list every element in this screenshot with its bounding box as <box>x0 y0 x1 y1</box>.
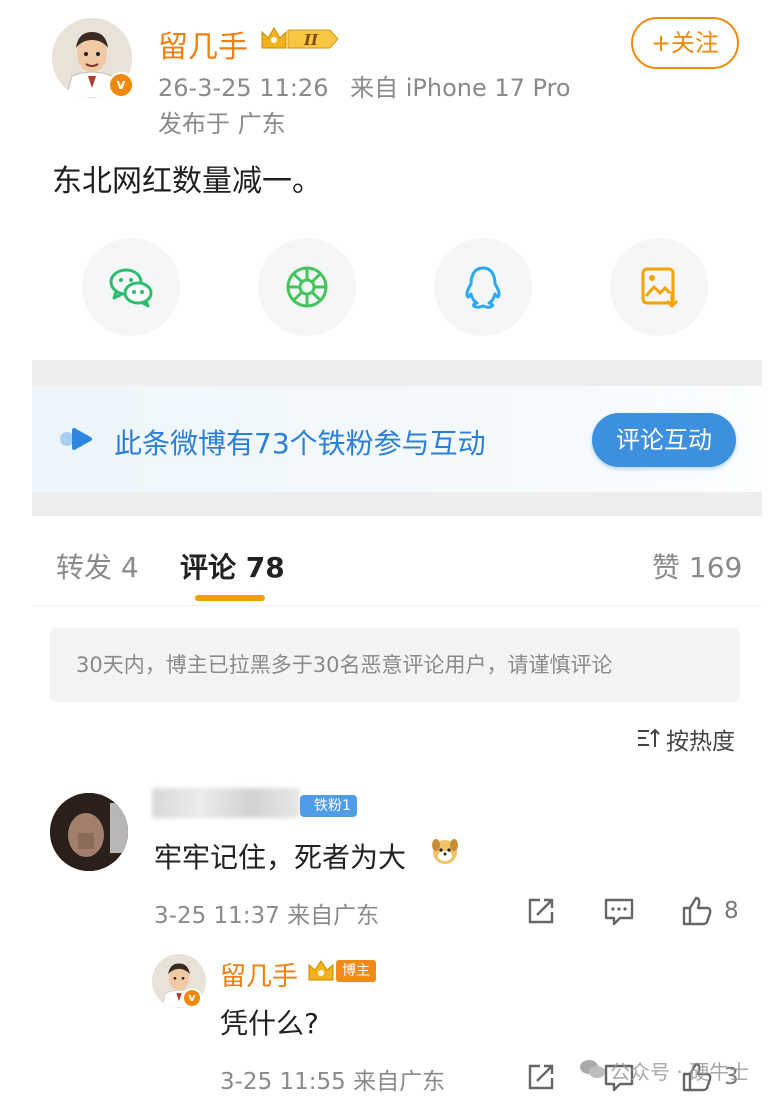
sort-icon[interactable] <box>636 726 660 750</box>
comment-time: 3-25 11:37 来自广东 <box>154 903 380 929</box>
tab-comments[interactable]: 评论 78 <box>180 546 285 586</box>
post-meta: 26-3-25 11:26 来自 iPhone 17 Pro <box>158 68 571 103</box>
repost-icon[interactable] <box>524 894 558 928</box>
share-qq-button[interactable] <box>434 238 532 336</box>
share-wechat-button[interactable] <box>82 238 180 336</box>
author-tag: 博主 <box>336 960 376 982</box>
watermark-text: 公众号 · 硬牛士 <box>610 1060 750 1084</box>
qq-icon <box>465 266 501 309</box>
comment-icon[interactable] <box>602 894 636 928</box>
tab-repost[interactable]: 转发 4 <box>56 546 139 586</box>
post-text: 东北网红数量减一。 <box>52 164 322 199</box>
section-divider <box>32 360 762 386</box>
section-divider <box>32 492 762 516</box>
crown-level: II <box>303 31 319 49</box>
fan-interaction-icon <box>60 428 96 450</box>
like-icon[interactable] <box>680 894 714 928</box>
comment-notice: 30天内，博主已拉黑多于30名恶意评论用户，请谨慎评论 <box>50 628 740 702</box>
repost-icon[interactable] <box>524 1060 558 1094</box>
reply-verified-badge: v <box>182 988 202 1008</box>
reply-text: 凭什么? <box>220 1007 319 1040</box>
author-name[interactable]: 留几手 <box>158 22 248 66</box>
moments-icon <box>286 266 328 308</box>
verified-badge: v <box>108 72 134 98</box>
active-tab-indicator <box>195 595 265 601</box>
comment-text: 牢牢记住，死者为大 <box>154 841 407 874</box>
tab-likes[interactable]: 赞 169 <box>652 546 742 586</box>
crown-icon <box>306 958 336 982</box>
post-location: 发布于 广东 <box>158 110 286 138</box>
dog-emoji-icon <box>430 836 460 866</box>
sort-label[interactable]: 按热度 <box>666 722 735 756</box>
comment-like-count: 8 <box>724 898 739 924</box>
wechat-icon <box>578 1058 606 1080</box>
save-image-icon <box>641 267 679 309</box>
share-moments-button[interactable] <box>258 238 356 336</box>
post-source: 来自 iPhone 17 Pro <box>350 74 571 102</box>
commenter-avatar[interactable] <box>50 793 128 871</box>
fan-level-badge: 铁粉1 <box>300 795 357 817</box>
crown-icon: II <box>258 24 340 52</box>
commenter-name-blurred[interactable] <box>152 788 300 818</box>
comment-interact-button[interactable]: 评论互动 <box>592 413 736 467</box>
post-timestamp: 26-3-25 11:26 <box>158 74 329 102</box>
reply-time: 3-25 11:55 来自广东 <box>220 1069 446 1095</box>
share-save-image-button[interactable] <box>610 238 708 336</box>
tabs-divider <box>32 605 762 606</box>
wechat-icon <box>109 268 153 308</box>
fan-banner-text: 此条微博有73个铁粉参与互动 <box>114 427 486 460</box>
follow-button[interactable]: +关注 <box>631 17 739 69</box>
reply-author-name[interactable]: 留几手 <box>220 956 298 993</box>
